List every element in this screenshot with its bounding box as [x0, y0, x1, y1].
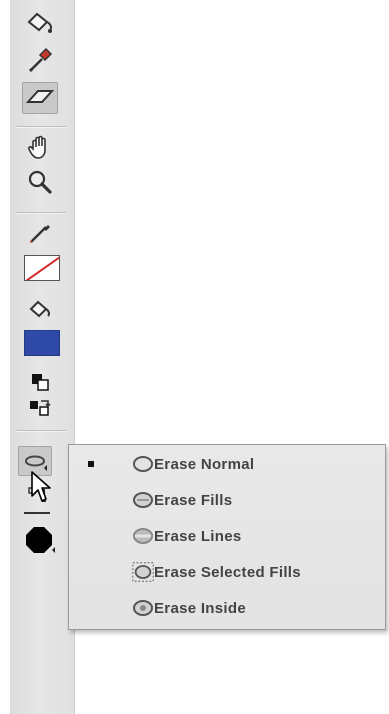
erase-inside-icon: [131, 596, 155, 620]
hand-tool[interactable]: [22, 132, 58, 164]
menu-item-erase-normal[interactable]: Erase Normal: [69, 447, 385, 481]
fill-color-swatch[interactable]: [24, 330, 60, 356]
eraser-shape-icon: [26, 527, 55, 553]
no-color-icon: [25, 256, 59, 280]
faucet-tool[interactable]: [22, 480, 58, 512]
hand-icon: [28, 135, 46, 159]
eraser-shape-button[interactable]: [22, 524, 58, 556]
erase-fills-icon: [131, 488, 155, 512]
menu-item-label: Erase Lines: [154, 527, 242, 545]
menu-item-erase-fills[interactable]: Erase Fills: [69, 483, 385, 517]
menu-item-label: Erase Fills: [154, 491, 233, 509]
toolbar-separator: [16, 126, 66, 128]
paint-bucket-icon: [27, 12, 52, 33]
erase-selected-fills-icon: [131, 560, 155, 584]
paint-bucket-tool[interactable]: [22, 6, 58, 38]
eyedropper-tool[interactable]: [22, 44, 58, 76]
check-mark-icon: [88, 461, 94, 467]
black-and-white-icon: [32, 374, 49, 391]
toolbar-separator: [16, 212, 66, 214]
menu-item-label: Erase Selected Fills: [154, 563, 301, 581]
fill-color-icon: [29, 300, 51, 318]
zoom-icon: [28, 170, 52, 194]
stage: Erase Normal Erase Fills Erase Lines Era…: [0, 0, 389, 714]
fill-color-tool[interactable]: [22, 292, 58, 324]
toolbar-separator: [16, 430, 66, 432]
eraser-tool[interactable]: [22, 82, 58, 114]
eraser-mode-icon: [25, 455, 47, 471]
eyedropper-icon: [29, 47, 53, 72]
erase-lines-icon: [131, 524, 155, 548]
stroke-color-swatch[interactable]: [24, 255, 60, 281]
erase-normal-icon: [131, 452, 155, 476]
zoom-tool[interactable]: [22, 166, 58, 198]
eraser-stroke-indicator: [24, 512, 50, 514]
menu-item-label: Erase Normal: [154, 455, 255, 473]
eraser-mode-button[interactable]: [18, 446, 52, 476]
tools-panel: [10, 0, 75, 714]
menu-item-erase-selected-fills[interactable]: Erase Selected Fills: [69, 555, 385, 589]
eraser-icon: [25, 90, 55, 103]
menu-item-label: Erase Inside: [154, 599, 246, 617]
menu-item-erase-lines[interactable]: Erase Lines: [69, 519, 385, 553]
swap-colors-icon: [30, 400, 51, 416]
eraser-mode-menu: Erase Normal Erase Fills Erase Lines Era…: [68, 444, 386, 630]
stroke-color-tool[interactable]: [22, 218, 58, 250]
menu-item-erase-inside[interactable]: Erase Inside: [69, 591, 385, 625]
swap-colors-button[interactable]: [22, 392, 58, 424]
faucet-icon: [28, 487, 46, 502]
pencil-icon: [30, 225, 50, 243]
